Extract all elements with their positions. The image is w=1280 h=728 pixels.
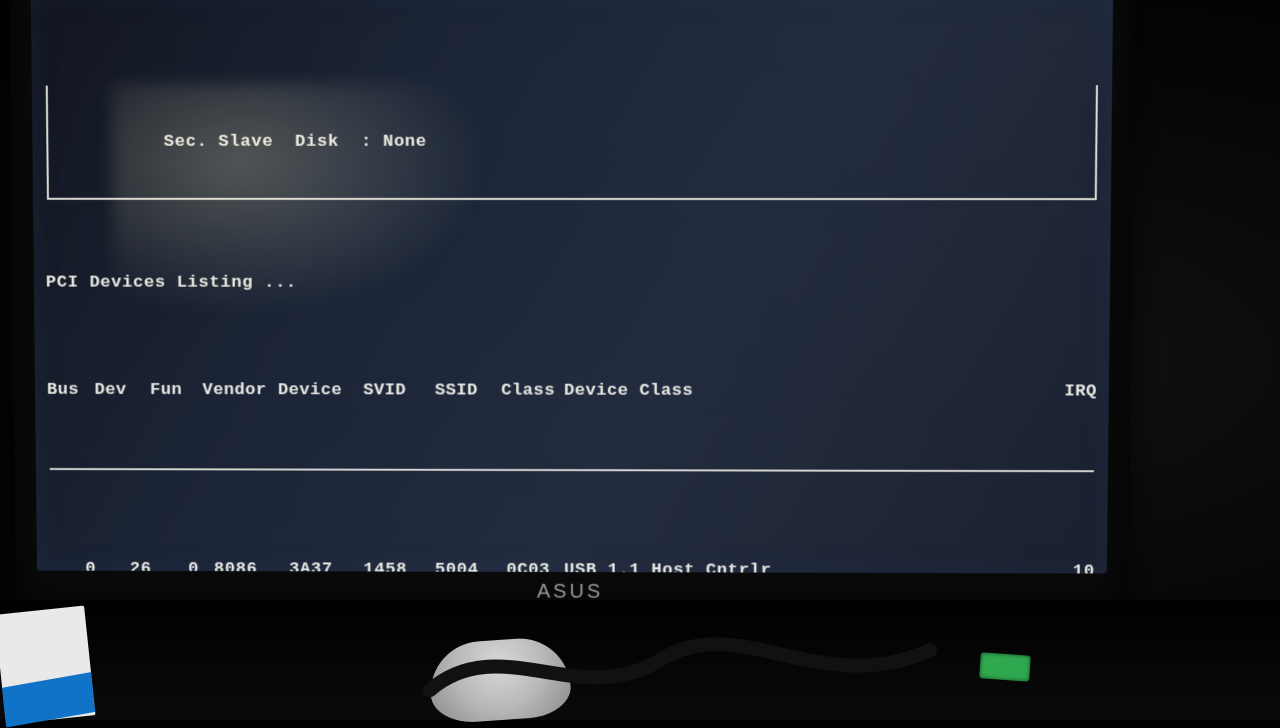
table-row: 026080863A37145850040C03USB 1.1 Host Cnt…: [49, 559, 1095, 574]
col-irq: IRQ: [1036, 382, 1096, 404]
cable-tangle: [420, 620, 940, 710]
drive-value: None: [383, 132, 427, 151]
pci-listing-title: PCI Devices Listing ...: [46, 273, 1098, 295]
cell-irq: 10: [1035, 562, 1095, 574]
cell-dclass: USB 1.1 Host Cntrlr: [564, 560, 1035, 573]
cell-vendor: 8086: [199, 559, 272, 573]
cell-ssid: 5004: [421, 560, 493, 574]
cell-dev: 26: [96, 559, 152, 573]
bios-post-screen: Sec. Slave Disk : None PCI Devices Listi…: [31, 0, 1113, 574]
pci-header-row: Bus Dev Fun Vendor Device SVID SSID Clas…: [47, 380, 1097, 403]
monitor-frame: Sec. Slave Disk : None PCI Devices Listi…: [9, 0, 1136, 611]
cell-cls: 0C03: [492, 560, 564, 573]
header-divider: [50, 468, 1094, 472]
col-vendor: Vendor: [198, 381, 272, 403]
cell-bus: 0: [49, 559, 97, 574]
col-svid: SVID: [349, 381, 421, 403]
vga-connector: [979, 652, 1031, 681]
cardboard-box: [0, 606, 96, 725]
col-class: Class: [492, 381, 564, 403]
cell-device: 3A37: [272, 560, 349, 574]
col-fun: Fun: [150, 380, 198, 402]
col-ssid: SSID: [420, 381, 492, 403]
pci-device-table: 026080863A37145850040C03USB 1.1 Host Cnt…: [49, 559, 1095, 574]
drive-detection-box: Sec. Slave Disk : None: [46, 86, 1098, 201]
col-device: Device: [271, 381, 349, 403]
col-dev: Dev: [94, 380, 150, 402]
col-bus: Bus: [47, 380, 95, 401]
col-device-class: Device Class: [564, 381, 1037, 403]
drive-label: Sec. Slave Disk :: [164, 132, 372, 151]
cell-svid: 1458: [350, 560, 421, 574]
cell-fun: 0: [152, 559, 200, 573]
